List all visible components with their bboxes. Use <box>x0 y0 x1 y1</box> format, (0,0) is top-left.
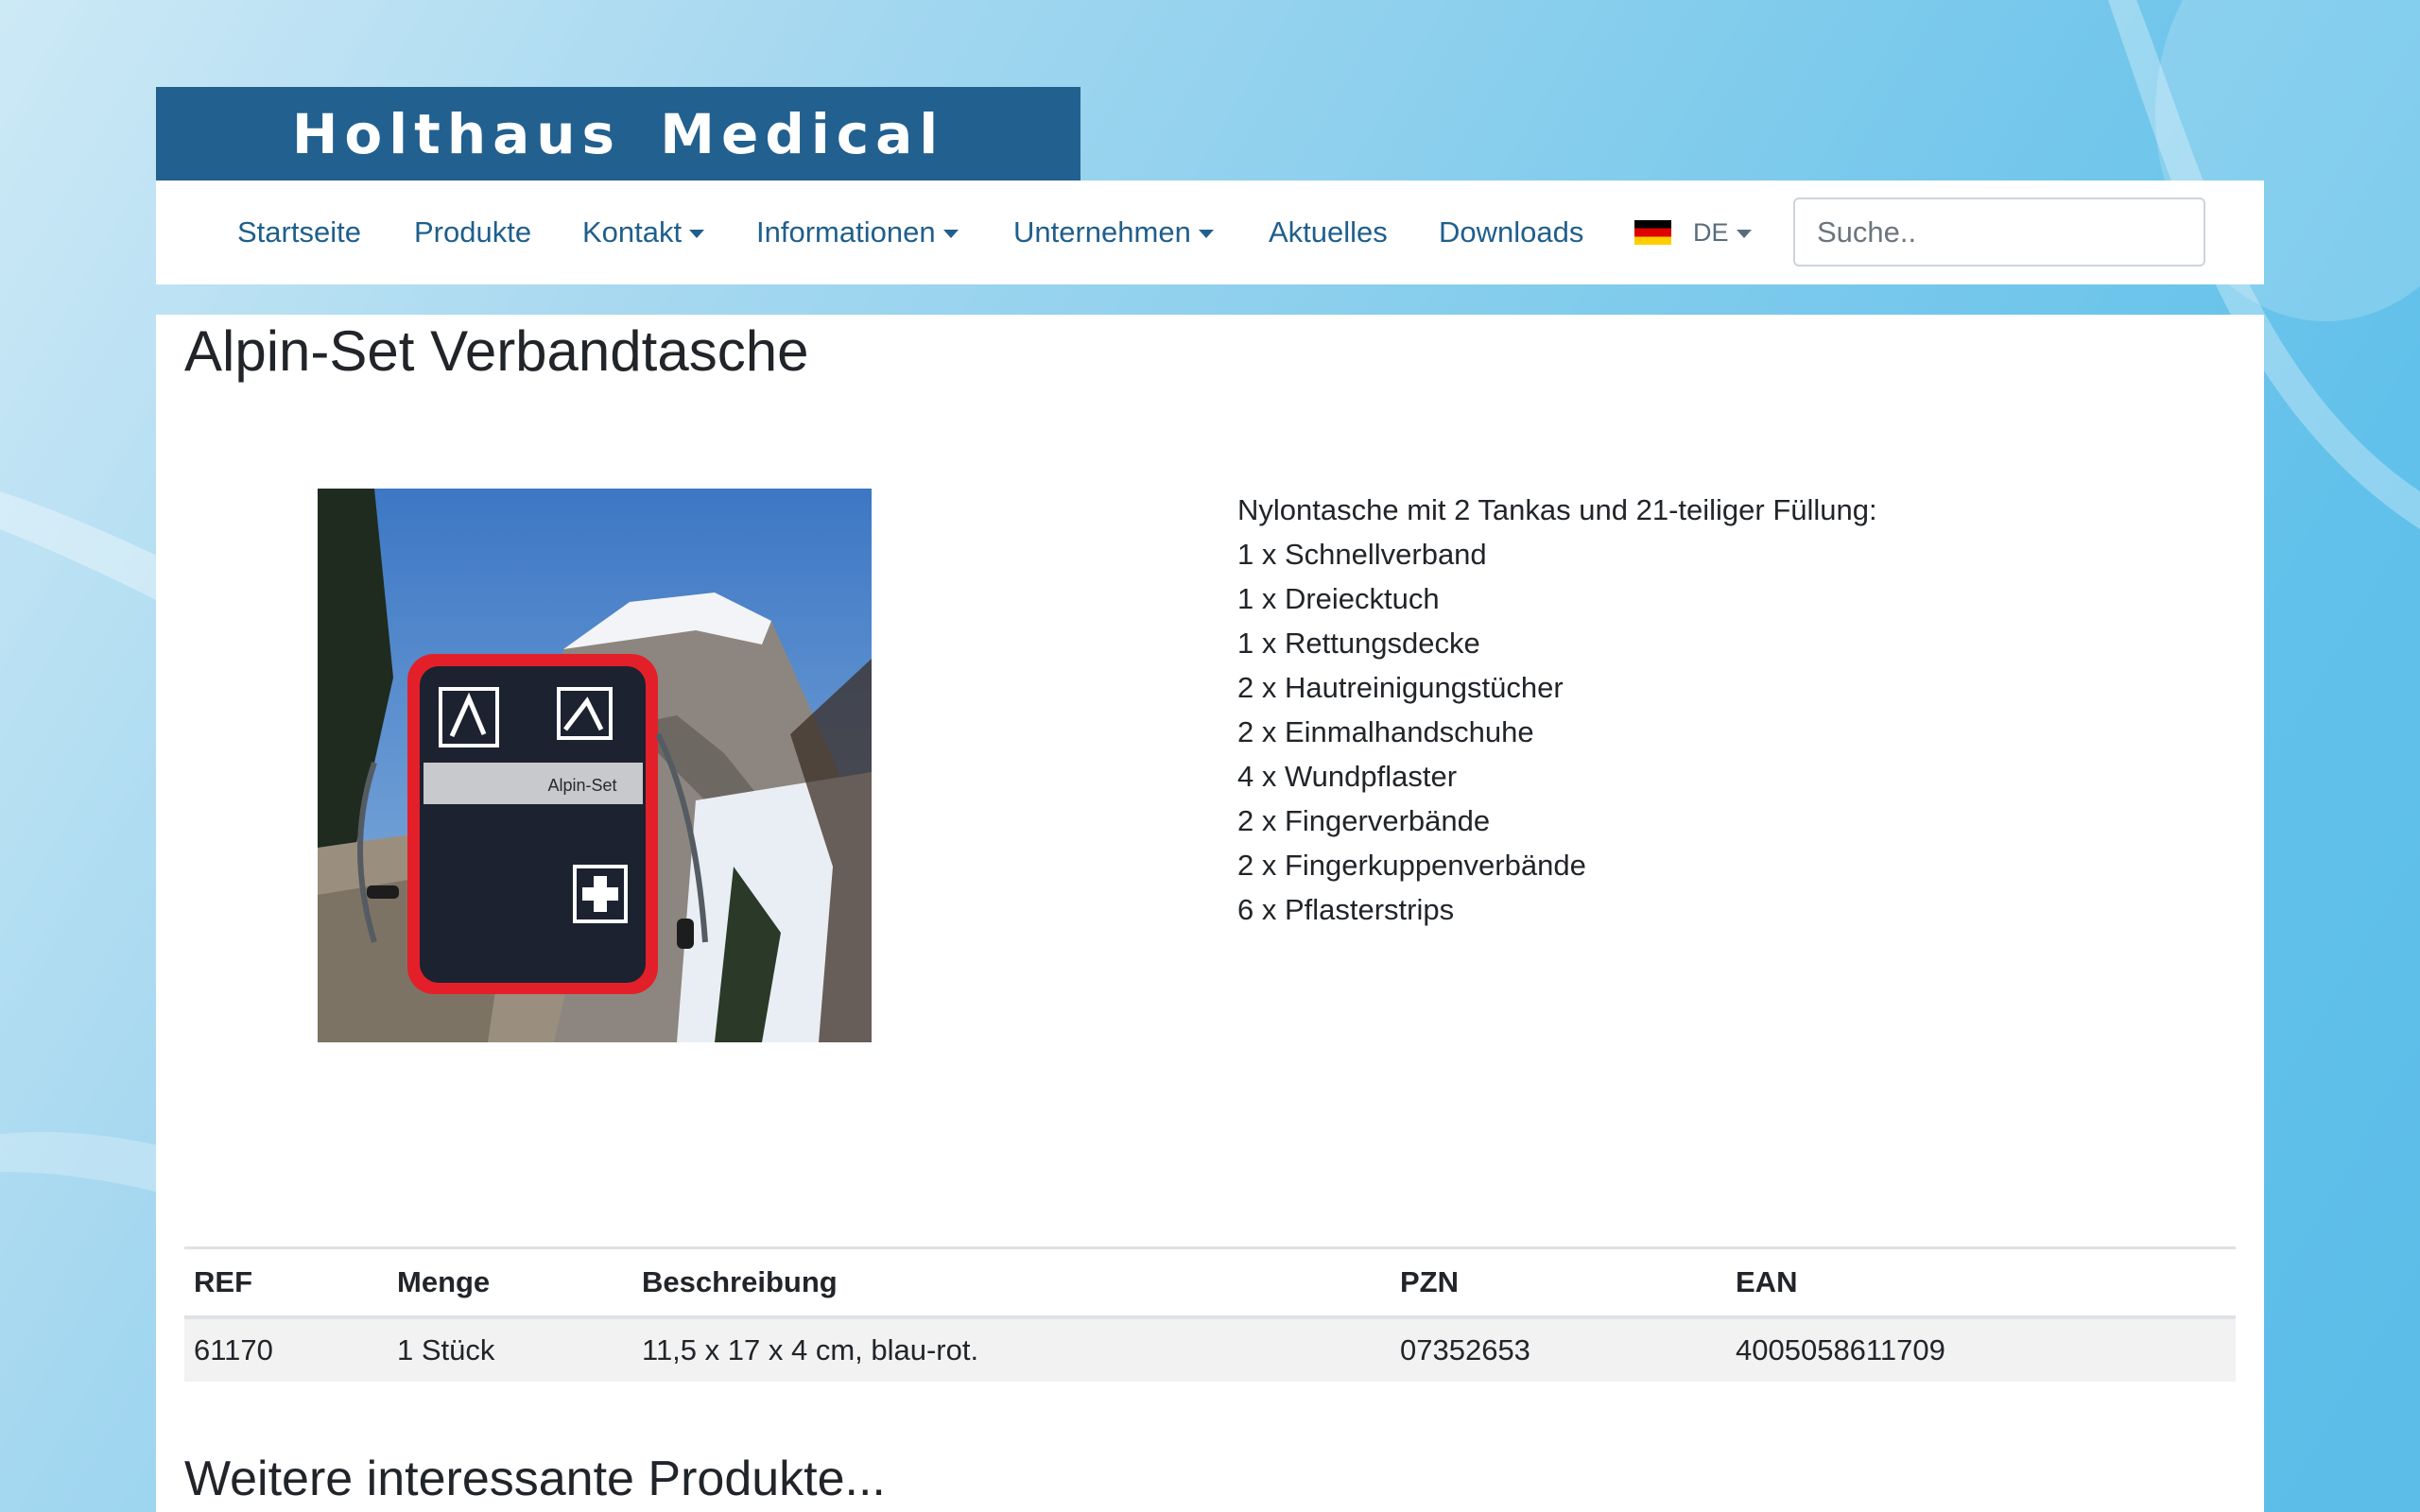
description-line: 4 x Wundpflaster <box>1237 760 1458 793</box>
nav-label: Downloads <box>1439 215 1584 249</box>
nav-label: Informationen <box>756 215 936 249</box>
search-input[interactable] <box>1793 198 2205 266</box>
german-flag-icon <box>1634 220 1671 245</box>
site-logo[interactable]: Holthaus Medical <box>156 87 1080 180</box>
description-line: 2 x Einmalhandschuhe <box>1237 715 1534 748</box>
product-description: Nylontasche mit 2 Tankas und 21-teiliger… <box>1237 488 1877 932</box>
cell-beschreibung: 11,5 x 17 x 4 cm, blau-rot. <box>632 1317 1391 1382</box>
caret-down-icon <box>689 229 705 238</box>
nav-label: Unternehmen <box>1013 215 1191 249</box>
nav-kontakt-dropdown[interactable]: Kontakt <box>582 180 705 284</box>
column-header-ean: EAN <box>1726 1246 2236 1319</box>
column-header-beschreibung: Beschreibung <box>632 1246 1391 1319</box>
nav-produkte[interactable]: Produkte <box>414 180 531 284</box>
nav-label: Produkte <box>414 215 532 249</box>
table-row: 61170 1 Stück 11,5 x 17 x 4 cm, blau-rot… <box>184 1317 2236 1382</box>
nav-startseite[interactable]: Startseite <box>237 180 361 284</box>
product-table: REF Menge Beschreibung PZN EAN 61170 1 S… <box>184 1246 2236 1382</box>
logo-text: Holthaus Medical <box>291 101 945 166</box>
cell-menge: 1 Stück <box>388 1317 632 1382</box>
column-header-pzn: PZN <box>1391 1246 1726 1319</box>
nav-label: Kontakt <box>582 215 683 249</box>
description-line: 1 x Dreiecktuch <box>1237 582 1440 615</box>
nav-aktuelles[interactable]: Aktuelles <box>1269 180 1388 284</box>
main-content: Alpin-Set Verbandtasche Alpin-Set Nylont… <box>156 315 2264 1512</box>
cell-ref: 61170 <box>184 1317 388 1382</box>
description-line: 2 x Fingerkuppenverbände <box>1237 849 1586 882</box>
caret-down-icon <box>1736 229 1752 238</box>
description-line: Nylontasche mit 2 Tankas und 21-teiliger… <box>1237 493 1877 526</box>
bag-label-text: Alpin-Set <box>547 776 616 795</box>
product-image[interactable]: Alpin-Set <box>318 489 872 1042</box>
description-line: 2 x Fingerverbände <box>1237 804 1491 837</box>
language-selector[interactable]: DE <box>1634 180 1752 284</box>
table-header-row: REF Menge Beschreibung PZN EAN <box>184 1246 2236 1319</box>
description-line: 1 x Rettungsdecke <box>1237 627 1480 660</box>
caret-down-icon <box>942 229 959 238</box>
cell-pzn: 07352653 <box>1391 1317 1726 1382</box>
nav-label: Aktuelles <box>1269 215 1388 249</box>
cell-ean: 4005058611709 <box>1726 1317 2236 1382</box>
nav-informationen-dropdown[interactable]: Informationen <box>756 180 959 284</box>
column-header-ref: REF <box>184 1246 388 1319</box>
description-line: 6 x Pflasterstrips <box>1237 893 1455 926</box>
caret-down-icon <box>1198 229 1214 238</box>
main-navbar: Startseite Produkte Kontakt Informatione… <box>156 180 2264 284</box>
more-products-heading: Weitere interessante Produkte... <box>184 1452 886 1506</box>
column-header-menge: Menge <box>388 1246 632 1319</box>
alpin-set-photo: Alpin-Set <box>318 489 872 1042</box>
page-title: Alpin-Set Verbandtasche <box>184 319 809 383</box>
description-line: 1 x Schnellverband <box>1237 538 1487 571</box>
nav-unternehmen-dropdown[interactable]: Unternehmen <box>1013 180 1214 284</box>
language-label: DE <box>1693 217 1729 247</box>
description-line: 2 x Hautreinigungstücher <box>1237 671 1564 704</box>
nav-downloads[interactable]: Downloads <box>1439 180 1583 284</box>
nav-label: Startseite <box>237 215 361 249</box>
